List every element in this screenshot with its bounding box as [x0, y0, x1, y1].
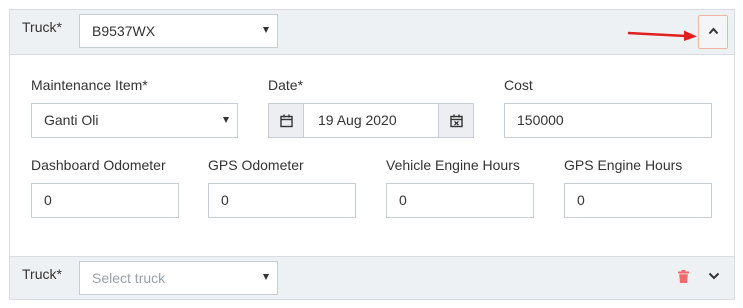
calendar-icon: [280, 114, 293, 128]
collapse-button[interactable]: [698, 15, 728, 49]
cost-label: Cost: [504, 77, 533, 93]
cost-input[interactable]: 150000: [504, 103, 712, 138]
date-value[interactable]: 19 Aug 2020: [318, 104, 397, 137]
clear-date-button[interactable]: [438, 104, 473, 137]
maintenance-item-value: Ganti Oli: [44, 112, 99, 128]
chevron-down-icon[interactable]: [708, 272, 720, 280]
maintenance-item-label: Maintenance Item*: [31, 77, 148, 93]
caret-down-icon: [223, 117, 229, 123]
dashboard-odometer-label: Dashboard Odometer: [31, 157, 166, 173]
vehicle-engine-hours-label: Vehicle Engine Hours: [386, 157, 520, 173]
gps-engine-hours-input[interactable]: 0: [564, 183, 712, 218]
truck-select-placeholder: Select truck: [92, 270, 166, 286]
truck-label: Truck*: [22, 19, 62, 35]
vehicle-engine-hours-input[interactable]: 0: [386, 183, 534, 218]
date-label: Date*: [268, 77, 304, 93]
truck-select[interactable]: Select truck: [79, 261, 278, 295]
maintenance-entry-1: Truck* B9537WX Maintenance Item* Ganti O…: [9, 9, 735, 257]
entry-2-header: Truck* Select truck: [10, 257, 734, 299]
trash-icon[interactable]: [678, 270, 689, 283]
calendar-clear-icon: [450, 114, 463, 128]
gps-odometer-input[interactable]: 0: [208, 183, 356, 218]
truck-label: Truck*: [22, 266, 62, 282]
maintenance-entry-2: Truck* Select truck: [9, 256, 735, 300]
date-picker[interactable]: 19 Aug 2020: [268, 103, 474, 138]
caret-down-icon: [263, 27, 269, 33]
arrow-annotation-icon: [627, 30, 697, 41]
maintenance-item-select[interactable]: Ganti Oli: [31, 103, 238, 138]
truck-select-value: B9537WX: [92, 23, 156, 39]
dashboard-odometer-input[interactable]: 0: [31, 183, 179, 218]
gps-odometer-label: GPS Odometer: [208, 157, 304, 173]
entry-1-header: Truck* B9537WX: [10, 10, 734, 55]
caret-down-icon: [263, 274, 269, 280]
calendar-button[interactable]: [269, 104, 304, 137]
chevron-up-icon: [708, 27, 719, 35]
truck-select[interactable]: B9537WX: [79, 14, 278, 48]
gps-engine-hours-label: GPS Engine Hours: [564, 157, 683, 173]
